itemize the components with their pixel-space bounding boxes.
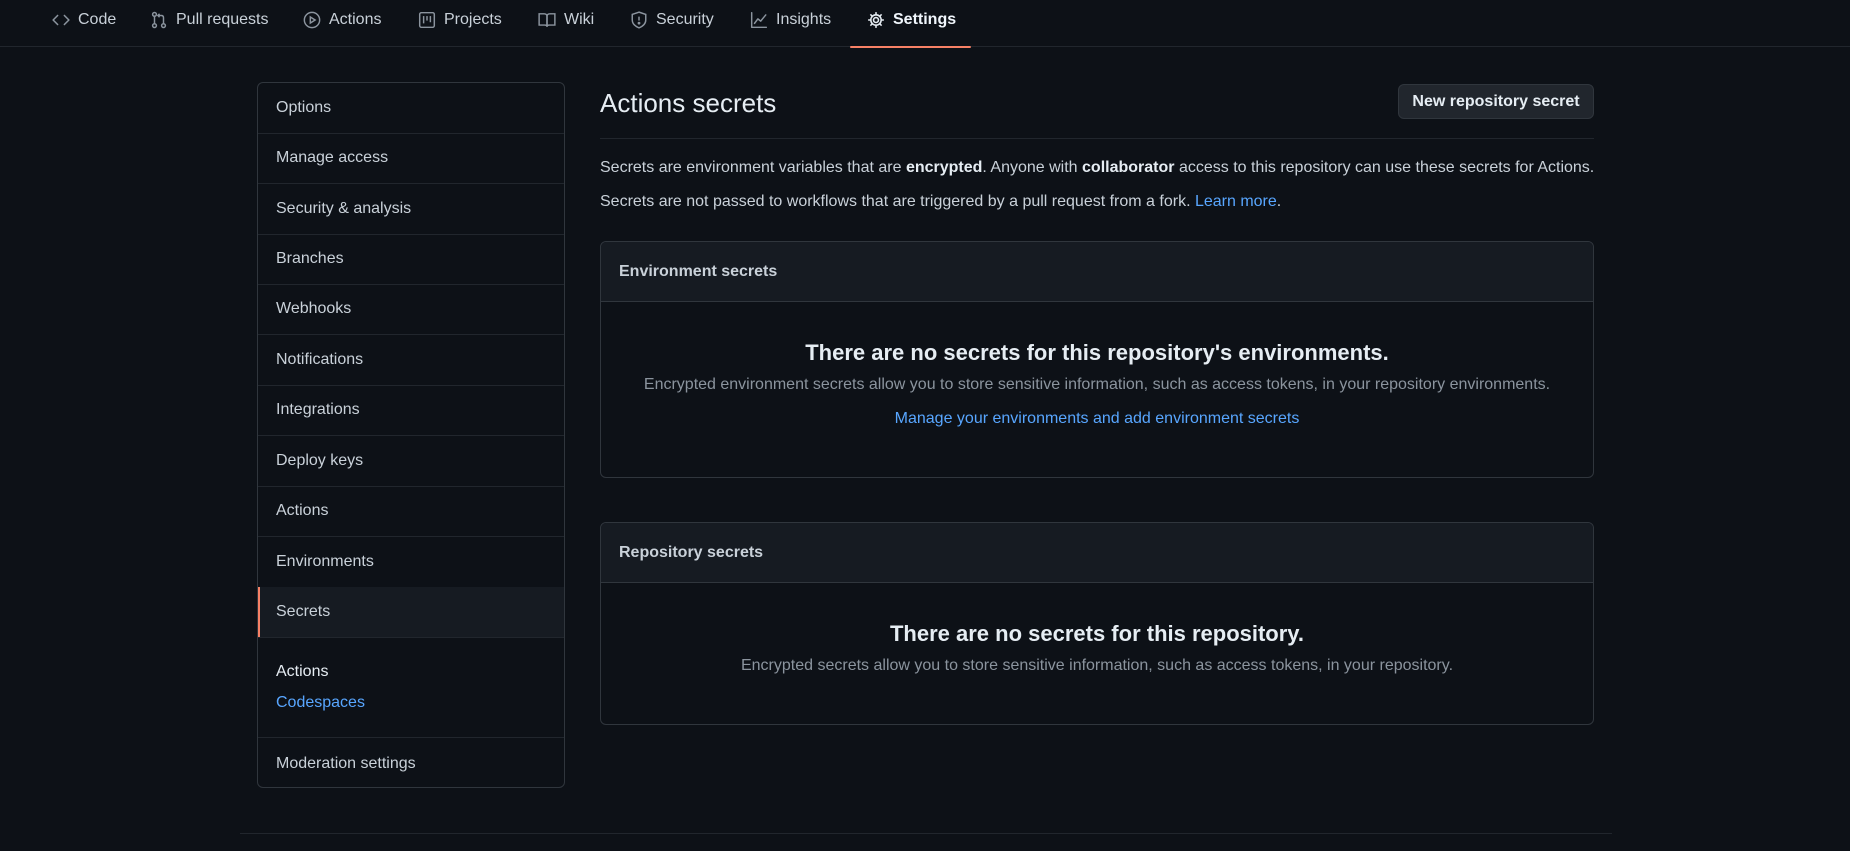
tab-label: Insights [776,11,832,28]
blankslate-description: Encrypted secrets allow you to store sen… [740,657,1454,674]
new-repository-secret-button[interactable]: New repository secret [1398,84,1594,119]
sidebar-item-label: Environments [276,553,374,570]
page-title: Actions secrets [600,88,777,118]
sidebar-item-moderation-settings[interactable]: Moderation settings [258,738,564,787]
sidebar-item-label: Notifications [276,351,364,368]
text: . Anyone with [982,159,1083,176]
subnav-item-actions[interactable]: Actions [276,663,328,681]
tab-settings[interactable]: Settings [850,0,971,48]
sidebar-item-branches[interactable]: Branches [258,234,564,285]
graph-icon [750,11,768,29]
blankslate: There are no secrets for this repository… [601,583,1593,724]
subnav-item-codespaces[interactable]: Codespaces [276,694,365,712]
sidebar-item-manage-access[interactable]: Manage access [258,133,564,184]
gear-icon [868,12,884,28]
code-icon [52,14,70,26]
sidebar-item-label: Security & analysis [276,200,412,217]
secrets-subnav [258,638,564,738]
tab-label: Projects [444,11,502,28]
text: Secrets are environment variables that a… [600,159,906,176]
tab-label: Security [656,11,714,28]
tab-wiki[interactable]: Wiki [538,0,594,47]
sidebar-item-security-analysis[interactable]: Security & analysis [258,184,564,235]
sidebar-item-webhooks[interactable]: Webhooks [258,284,564,335]
box-header: Environment secrets [601,242,1593,302]
play-icon [303,11,321,29]
tab-label: Code [78,11,117,28]
blankslate-title: There are no secrets for this repository… [805,340,1389,365]
repo-nav: Code Pull requests Actions Projects Wiki… [0,0,1850,48]
blankslate-description: Encrypted environment secrets allow you … [643,376,1551,393]
tab-projects[interactable]: Projects [418,0,502,47]
tab-insights[interactable]: Insights [750,0,831,47]
text: . [1276,193,1282,210]
text: access to this repository can use these … [1174,159,1595,176]
learn-more-link[interactable]: Learn more [1195,193,1277,210]
sidebar-item-environments[interactable]: Environments [258,537,564,588]
environment-secrets-box: Environment secrets There are no secrets… [600,241,1594,478]
sidebar-item-options[interactable]: Options [258,83,564,134]
sidebar-item-notifications[interactable]: Notifications [258,335,564,386]
sidebar-item-actions[interactable]: Actions [258,486,564,537]
blankslate-title: There are no secrets for this repository… [889,621,1305,646]
tab-pull-requests[interactable]: Pull requests [150,0,269,47]
sidebar-item-label: Options [276,99,332,116]
divider [600,138,1594,139]
sidebar-item-label: Secrets [276,603,331,620]
git-pull-request-icon [151,11,167,29]
secrets-description: Secrets are environment variables that a… [600,159,1594,177]
sidebar-item-label: Integrations [276,401,360,418]
tab-label: Settings [893,11,957,28]
sidebar-item-label: Manage access [276,149,389,166]
tab-code[interactable]: Code [52,0,116,47]
tab-security[interactable]: Security [630,0,714,47]
sidebar-item-secrets[interactable]: Secrets [258,587,564,638]
bold-text: encrypted [905,159,983,176]
tab-label: Pull requests [176,11,269,28]
tab-actions[interactable]: Actions [303,0,381,47]
box-header: Repository secrets [601,523,1593,583]
shield-icon [631,11,647,29]
bold-text: collaborator [1082,159,1175,176]
sidebar-item-label: Webhooks [276,300,352,317]
tab-label: Actions [329,11,382,28]
project-icon [418,11,436,29]
manage-environments-link[interactable]: Manage your environments and add environ… [895,410,1300,427]
sidebar-item-label: Actions [276,502,329,519]
sidebar-item-label: Moderation settings [276,754,416,772]
sidebar-item-integrations[interactable]: Integrations [258,385,564,436]
tab-label: Wiki [564,11,595,28]
text: Secrets are not passed to workflows that… [600,193,1195,210]
settings-sidebar: Options Manage access Security & analysi… [257,82,565,788]
fork-note: Secrets are not passed to workflows that… [600,193,1281,211]
footer-divider [240,833,1612,834]
sidebar-item-deploy-keys[interactable]: Deploy keys [258,436,564,487]
blankslate: There are no secrets for this repository… [601,302,1593,477]
sidebar-item-label: Branches [276,250,344,267]
repository-secrets-box: Repository secrets There are no secrets … [600,522,1594,725]
book-icon [538,13,556,27]
sidebar-item-label: Deploy keys [276,452,364,469]
